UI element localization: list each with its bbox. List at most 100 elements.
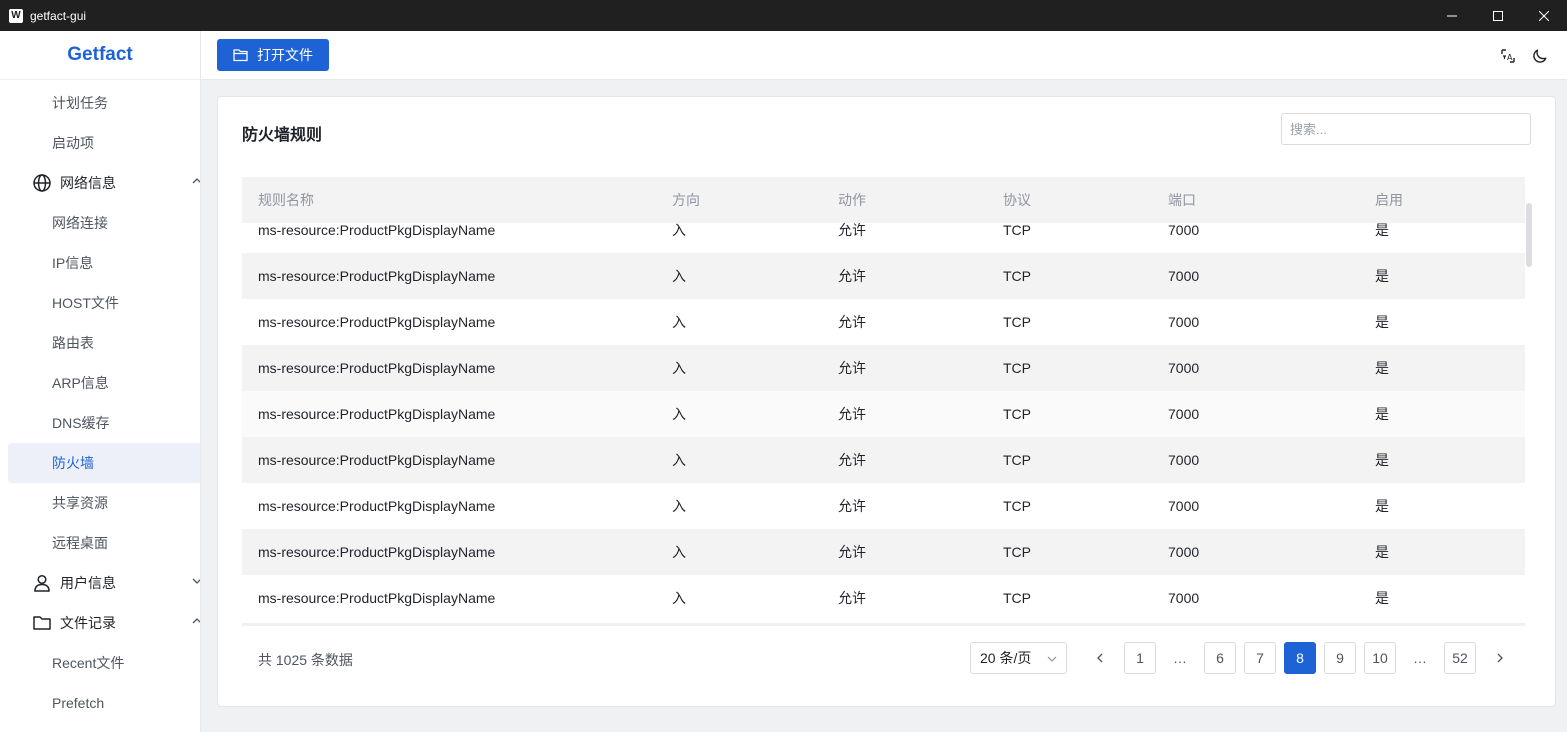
sidebar-item-label: Recent文件 (52, 655, 125, 671)
dark-mode-icon[interactable] (1531, 47, 1549, 65)
page-ellipsis[interactable]: … (1404, 642, 1436, 674)
page-button[interactable]: 9 (1324, 642, 1356, 674)
cell-direction: 入 (672, 406, 686, 422)
cell-port: 7000 (1168, 268, 1200, 284)
chevron-right-icon (1497, 653, 1503, 663)
firewall-table: ms-resource:ProductPkgDisplayName 入 允许 T… (242, 177, 1525, 625)
cell-direction: 入 (672, 314, 686, 330)
cell-port: 7000 (1168, 314, 1200, 330)
sidebar-group-label: 用户信息 (60, 575, 116, 591)
cell-rule-name: ms-resource:ProductPkgDisplayName (258, 222, 496, 238)
column-header-direction[interactable]: 方向 (672, 190, 700, 210)
folder-icon (32, 613, 52, 633)
page-button[interactable]: 6 (1204, 642, 1236, 674)
maximize-button[interactable] (1475, 0, 1521, 31)
next-page-button[interactable] (1484, 642, 1516, 674)
page-button[interactable]: 52 (1444, 642, 1476, 674)
cell-port: 7000 (1168, 406, 1200, 422)
sidebar-item-shares[interactable]: 共享资源 (0, 483, 200, 523)
sidebar-item-ip-info[interactable]: IP信息 (0, 243, 200, 283)
cell-port: 7000 (1168, 590, 1200, 606)
column-header-rule-name[interactable]: 规则名称 (258, 190, 314, 210)
sidebar-item-startup[interactable]: 启动项 (0, 123, 200, 163)
table-row[interactable]: ms-resource:ProductPkgDisplayName 入 允许 T… (242, 437, 1525, 483)
cell-rule-name: ms-resource:ProductPkgDisplayName (258, 498, 496, 514)
cell-direction: 入 (672, 452, 686, 468)
folder-open-icon (233, 48, 249, 62)
cell-direction: 入 (672, 360, 686, 376)
sidebar-group-user-info[interactable]: 用户信息 (0, 563, 200, 603)
sidebar-menu: 计划任务 启动项 网络信息 网络连接 IP信息 HOST文件 路由表 ARP信息… (0, 80, 200, 723)
sidebar-item-route-table[interactable]: 路由表 (0, 323, 200, 363)
close-icon (1539, 10, 1549, 21)
cell-enabled: 是 (1375, 452, 1389, 468)
cell-enabled: 是 (1375, 544, 1389, 560)
sidebar-group-network[interactable]: 网络信息 (0, 163, 200, 203)
translate-icon[interactable]: A (1499, 47, 1517, 65)
cell-action: 允许 (838, 360, 866, 376)
close-button[interactable] (1521, 0, 1567, 31)
cell-rule-name: ms-resource:ProductPkgDisplayName (258, 544, 496, 560)
column-header-enabled[interactable]: 启用 (1375, 190, 1403, 210)
cell-action: 允许 (838, 222, 866, 238)
prev-page-button[interactable] (1084, 642, 1116, 674)
sidebar-item-host-file[interactable]: HOST文件 (0, 283, 200, 323)
cell-enabled: 是 (1375, 268, 1389, 284)
sidebar-item-firewall[interactable]: 防火墙 (8, 443, 200, 483)
sidebar-item-remote-desktop[interactable]: 远程桌面 (0, 523, 200, 563)
cell-enabled: 是 (1375, 222, 1389, 238)
table-body: ms-resource:ProductPkgDisplayName 入 允许 T… (242, 207, 1525, 621)
vertical-scrollbar[interactable] (1526, 203, 1532, 267)
table-row[interactable]: ms-resource:ProductPkgDisplayName 入 允许 T… (242, 299, 1525, 345)
table-row[interactable]: ms-resource:ProductPkgDisplayName 入 允许 T… (242, 345, 1525, 391)
page-button[interactable]: 7 (1244, 642, 1276, 674)
cell-protocol: TCP (1003, 268, 1031, 284)
table-row[interactable]: ms-resource:ProductPkgDisplayName 入 允许 T… (242, 391, 1525, 437)
page-button-current[interactable]: 8 (1284, 642, 1316, 674)
table-row[interactable]: ms-resource:ProductPkgDisplayName 入 允许 T… (242, 529, 1525, 575)
chevron-up-icon (192, 618, 200, 624)
sidebar-item-label: 网络连接 (52, 215, 108, 231)
sidebar-group-label: 文件记录 (60, 615, 116, 631)
sidebar-item-network-connections[interactable]: 网络连接 (0, 203, 200, 243)
sidebar-item-arp-info[interactable]: ARP信息 (0, 363, 200, 403)
sidebar-item-label: 防火墙 (52, 455, 94, 471)
sidebar-item-prefetch[interactable]: Prefetch (0, 683, 200, 723)
sidebar-item-recent-files[interactable]: Recent文件 (0, 643, 200, 683)
firewall-card: 防火墙规则 ms-resource:ProductPkgDisplayName … (217, 96, 1556, 707)
globe-icon (32, 173, 52, 193)
cell-direction: 入 (672, 544, 686, 560)
cell-rule-name: ms-resource:ProductPkgDisplayName (258, 314, 496, 330)
page-button[interactable]: 10 (1364, 642, 1396, 674)
cell-enabled: 是 (1375, 590, 1389, 606)
cell-protocol: TCP (1003, 452, 1031, 468)
cell-enabled: 是 (1375, 360, 1389, 376)
cell-protocol: TCP (1003, 222, 1031, 238)
sidebar-item-label: DNS缓存 (52, 415, 110, 431)
sidebar-item-dns-cache[interactable]: DNS缓存 (0, 403, 200, 443)
page-title: 防火墙规则 (242, 127, 323, 144)
column-header-protocol[interactable]: 协议 (1003, 190, 1031, 210)
cell-action: 允许 (838, 268, 866, 284)
chevron-down-icon (1047, 656, 1057, 662)
column-header-action[interactable]: 动作 (838, 190, 866, 210)
open-file-button[interactable]: 打开文件 (217, 39, 329, 71)
table-row[interactable]: ms-resource:ProductPkgDisplayName 入 允许 T… (242, 483, 1525, 529)
page-size-select[interactable]: 20 条/页 (970, 642, 1067, 674)
cell-enabled: 是 (1375, 498, 1389, 514)
sidebar: Getfact 计划任务 启动项 网络信息 网络连接 IP信息 HOST文件 路… (0, 31, 201, 732)
table-row[interactable]: ms-resource:ProductPkgDisplayName 入 允许 T… (242, 575, 1525, 621)
page-button[interactable]: 1 (1124, 642, 1156, 674)
sidebar-group-file-records[interactable]: 文件记录 (0, 603, 200, 643)
minimize-button[interactable] (1429, 0, 1475, 31)
search-input[interactable] (1281, 113, 1531, 145)
app-logo: Getfact (0, 31, 200, 80)
page-ellipsis[interactable]: … (1164, 642, 1196, 674)
cell-rule-name: ms-resource:ProductPkgDisplayName (258, 360, 496, 376)
horizontal-scrollbar[interactable] (242, 623, 1525, 626)
chevron-up-icon (192, 178, 200, 184)
bottom-strip (201, 727, 1567, 732)
table-row[interactable]: ms-resource:ProductPkgDisplayName 入 允许 T… (242, 253, 1525, 299)
sidebar-item-scheduled-tasks[interactable]: 计划任务 (0, 83, 200, 123)
column-header-port[interactable]: 端口 (1168, 190, 1196, 210)
